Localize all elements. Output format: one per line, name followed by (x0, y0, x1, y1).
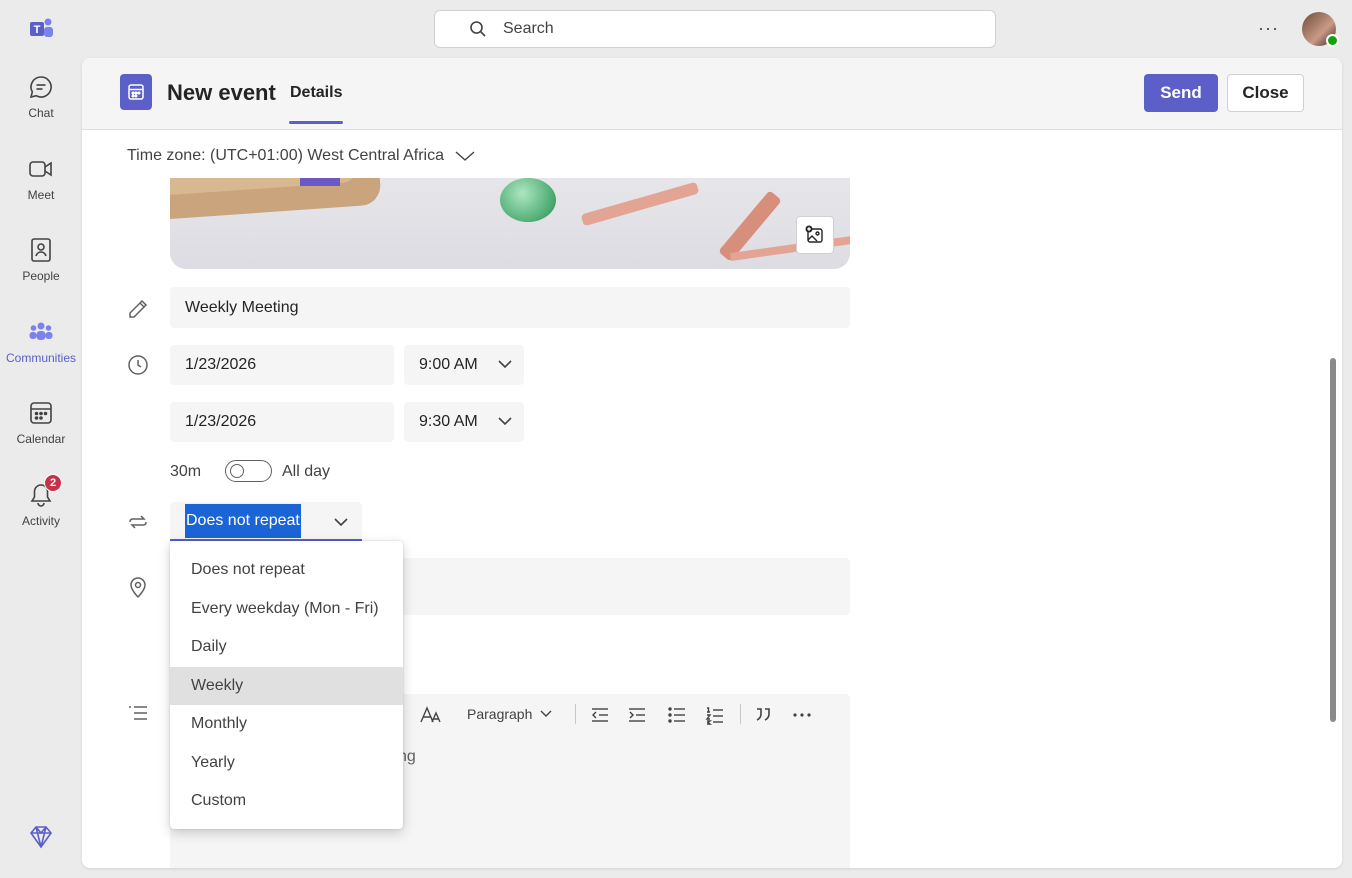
calendar-tile-icon (120, 74, 152, 110)
all-day-toggle[interactable] (225, 460, 272, 482)
timezone-label: Time zone: (UTC+01:00) West Central Afri… (127, 147, 444, 164)
image-add-icon (805, 225, 823, 243)
timezone-selector[interactable]: Time zone: (UTC+01:00) West Central Afri… (127, 147, 476, 165)
repeat-option-every-weekday[interactable]: Every weekday (Mon - Fri) (170, 590, 403, 629)
repeat-option-weekly[interactable]: Weekly (170, 666, 403, 705)
location-icon (130, 577, 146, 599)
banner-cube (300, 178, 340, 186)
rail-label-communities: Communities (5, 351, 77, 365)
search-box[interactable] (434, 10, 996, 48)
decrease-indent-icon[interactable] (590, 706, 610, 724)
end-date-picker[interactable]: 1/23/2026 (170, 402, 394, 442)
rail-label-chat: Chat (28, 106, 54, 120)
quote-icon[interactable] (754, 706, 774, 724)
start-time-picker[interactable]: 9:00 AM (404, 345, 524, 385)
all-day-label: All day (282, 463, 331, 480)
rail-item-communities[interactable]: Communities (0, 319, 82, 389)
app-rail: T Chat Meet People Communities Calendar … (0, 0, 82, 878)
more-options-icon[interactable]: ··· (1258, 18, 1279, 39)
bullet-list-icon[interactable] (667, 706, 687, 724)
chevron-down-icon (498, 417, 512, 426)
rail-label-meet: Meet (27, 188, 55, 202)
event-banner-image (170, 178, 850, 269)
banner-ball (500, 178, 556, 222)
repeat-option-monthly[interactable]: Monthly (170, 705, 403, 744)
tab-active-indicator (289, 121, 343, 124)
paragraph-label: Paragraph (467, 706, 533, 722)
rail-label-people: People (22, 269, 60, 283)
toolbar-divider (575, 704, 576, 724)
presence-available-icon (1326, 34, 1339, 47)
search-icon (470, 21, 486, 37)
end-time-value: 9:30 AM (419, 413, 478, 430)
video-icon (29, 161, 52, 177)
repeat-selected-value: Does not repeat (185, 504, 301, 538)
repeat-option-custom[interactable]: Custom (170, 782, 403, 821)
more-formatting-icon[interactable] (792, 706, 812, 724)
toggle-knob (230, 464, 244, 478)
start-time-value: 9:00 AM (419, 356, 478, 373)
calendar-icon (30, 402, 52, 424)
paragraph-style-dropdown[interactable]: Paragraph (467, 706, 552, 722)
close-button[interactable]: Close (1227, 74, 1304, 112)
repeat-icon (129, 515, 147, 529)
activity-badge: 2 (44, 474, 62, 492)
rail-label-activity: Activity (21, 514, 60, 528)
chevron-down-icon (540, 710, 552, 717)
chat-icon (29, 76, 52, 99)
duration-label: 30m (170, 463, 202, 480)
banner-tray (170, 178, 382, 220)
font-size-icon[interactable] (420, 706, 442, 724)
teams-logo-icon[interactable]: T (28, 16, 54, 42)
communities-icon (29, 322, 53, 340)
rail-item-chat[interactable]: Chat (0, 74, 82, 144)
svg-text:T: T (34, 24, 41, 36)
end-time-picker[interactable]: 9:30 AM (404, 402, 524, 442)
repeat-option-daily[interactable]: Daily (170, 628, 403, 667)
search-input[interactable] (503, 20, 903, 38)
pencil-icon (129, 299, 148, 318)
avatar[interactable] (1302, 12, 1339, 47)
event-title-input[interactable]: Weekly Meeting (170, 287, 850, 328)
repeat-option-does-not-repeat[interactable]: Does not repeat (170, 551, 403, 590)
event-header: New event Details Send Close (82, 58, 1342, 130)
increase-indent-icon[interactable] (627, 706, 647, 724)
banner-ribbon (580, 181, 700, 227)
toolbar-divider (740, 704, 741, 724)
start-date-picker[interactable]: 1/23/2026 (170, 345, 394, 385)
clock-icon (128, 355, 148, 375)
rail-item-meet[interactable]: Meet (0, 156, 82, 226)
repeat-options-menu: Does not repeat Every weekday (Mon - Fri… (170, 541, 403, 829)
premium-diamond-icon[interactable] (28, 824, 54, 850)
repeat-option-yearly[interactable]: Yearly (170, 744, 403, 783)
change-image-button[interactable] (796, 216, 834, 254)
people-icon (31, 238, 51, 262)
scrollbar-thumb[interactable] (1330, 358, 1336, 722)
chevron-down-icon (455, 151, 475, 161)
rail-item-people[interactable]: People (0, 237, 82, 307)
rail-item-activity[interactable]: 2 Activity (0, 474, 82, 552)
rail-item-calendar[interactable]: Calendar (0, 400, 82, 470)
details-list-icon (129, 706, 147, 720)
tab-details[interactable]: Details (290, 84, 342, 102)
page-title: New event (167, 80, 276, 105)
repeat-dropdown[interactable]: Does not repeat (170, 502, 362, 541)
send-button[interactable]: Send (1144, 74, 1218, 112)
numbered-list-icon[interactable] (705, 706, 725, 726)
chevron-down-icon (498, 360, 512, 369)
rail-label-calendar: Calendar (16, 432, 66, 446)
chevron-down-icon (334, 518, 348, 527)
